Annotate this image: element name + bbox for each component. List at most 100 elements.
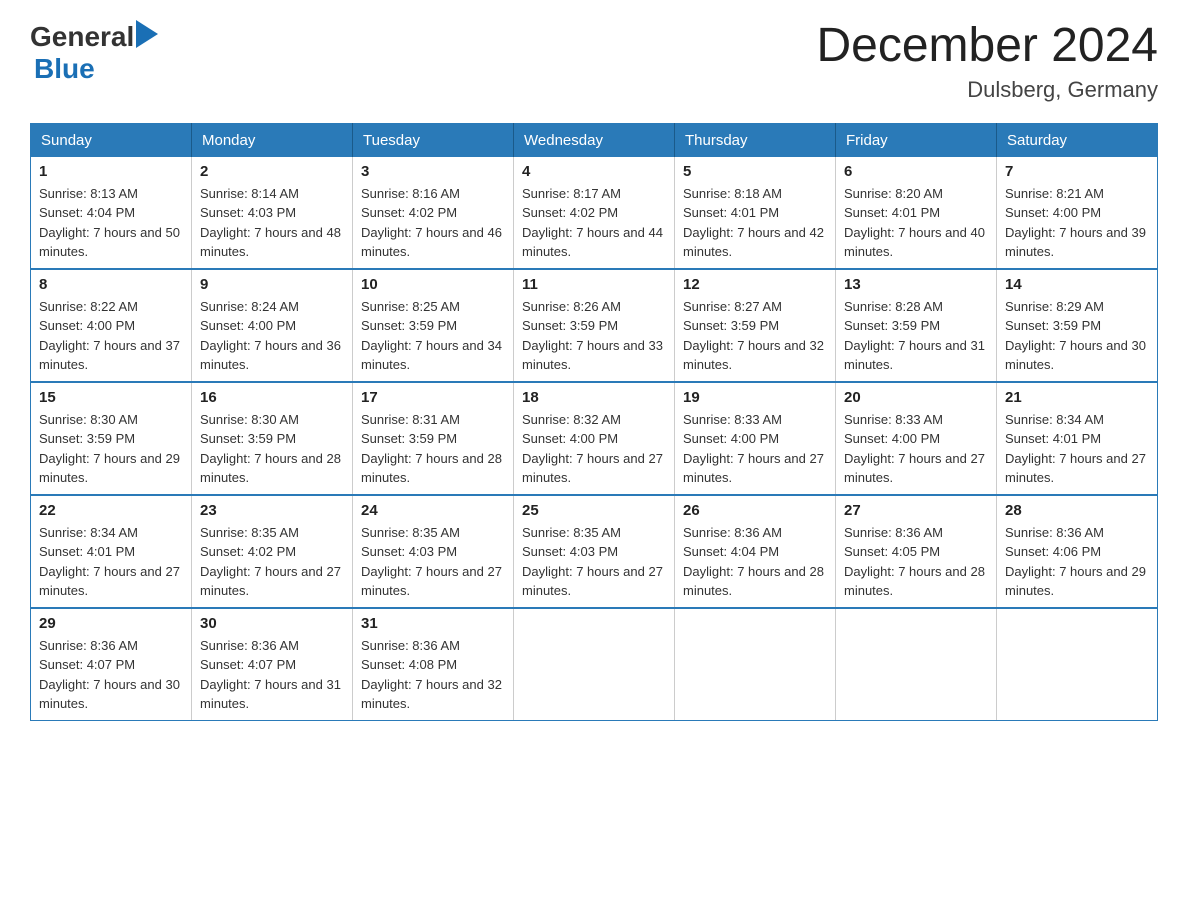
sunrise-label: Sunrise: 8:35 AM [361,525,460,540]
day-number: 24 [361,502,505,519]
daylight-label: Daylight: 7 hours and 29 minutes. [39,451,180,486]
daylight-label: Daylight: 7 hours and 27 minutes. [844,451,985,486]
day-info: Sunrise: 8:21 AM Sunset: 4:00 PM Dayligh… [1005,184,1149,262]
daylight-label: Daylight: 7 hours and 31 minutes. [844,338,985,373]
daylight-label: Daylight: 7 hours and 27 minutes. [522,564,663,599]
sunrise-label: Sunrise: 8:21 AM [1005,186,1104,201]
sunrise-label: Sunrise: 8:34 AM [1005,412,1104,427]
day-number: 4 [522,163,666,180]
sunrise-label: Sunrise: 8:28 AM [844,299,943,314]
table-row: 6 Sunrise: 8:20 AM Sunset: 4:01 PM Dayli… [836,157,997,269]
sunrise-label: Sunrise: 8:36 AM [361,638,460,653]
daylight-label: Daylight: 7 hours and 36 minutes. [200,338,341,373]
day-number: 28 [1005,502,1149,519]
table-row: 21 Sunrise: 8:34 AM Sunset: 4:01 PM Dayl… [997,382,1158,495]
daylight-label: Daylight: 7 hours and 31 minutes. [200,677,341,712]
sunrise-label: Sunrise: 8:30 AM [200,412,299,427]
day-info: Sunrise: 8:35 AM Sunset: 4:03 PM Dayligh… [522,523,666,601]
day-number: 12 [683,276,827,293]
daylight-label: Daylight: 7 hours and 27 minutes. [200,564,341,599]
table-row: 10 Sunrise: 8:25 AM Sunset: 3:59 PM Dayl… [353,269,514,382]
daylight-label: Daylight: 7 hours and 28 minutes. [361,451,502,486]
location-subtitle: Dulsberg, Germany [816,77,1158,103]
day-info: Sunrise: 8:31 AM Sunset: 3:59 PM Dayligh… [361,410,505,488]
day-info: Sunrise: 8:14 AM Sunset: 4:03 PM Dayligh… [200,184,344,262]
day-number: 30 [200,615,344,632]
daylight-label: Daylight: 7 hours and 30 minutes. [39,677,180,712]
sunrise-label: Sunrise: 8:33 AM [844,412,943,427]
sunrise-label: Sunrise: 8:17 AM [522,186,621,201]
table-row: 3 Sunrise: 8:16 AM Sunset: 4:02 PM Dayli… [353,157,514,269]
table-row: 16 Sunrise: 8:30 AM Sunset: 3:59 PM Dayl… [192,382,353,495]
sunset-label: Sunset: 4:02 PM [200,544,296,559]
daylight-label: Daylight: 7 hours and 34 minutes. [361,338,502,373]
daylight-label: Daylight: 7 hours and 28 minutes. [844,564,985,599]
day-info: Sunrise: 8:36 AM Sunset: 4:07 PM Dayligh… [39,636,183,714]
header-thursday: Thursday [675,123,836,157]
sunset-label: Sunset: 4:00 PM [200,318,296,333]
sunrise-label: Sunrise: 8:24 AM [200,299,299,314]
table-row: 25 Sunrise: 8:35 AM Sunset: 4:03 PM Dayl… [514,495,675,608]
day-number: 21 [1005,389,1149,406]
day-info: Sunrise: 8:25 AM Sunset: 3:59 PM Dayligh… [361,297,505,375]
sunrise-label: Sunrise: 8:35 AM [200,525,299,540]
sunset-label: Sunset: 4:00 PM [522,431,618,446]
daylight-label: Daylight: 7 hours and 50 minutes. [39,225,180,260]
day-info: Sunrise: 8:35 AM Sunset: 4:02 PM Dayligh… [200,523,344,601]
table-row: 4 Sunrise: 8:17 AM Sunset: 4:02 PM Dayli… [514,157,675,269]
table-row: 1 Sunrise: 8:13 AM Sunset: 4:04 PM Dayli… [31,157,192,269]
sunset-label: Sunset: 3:59 PM [39,431,135,446]
day-info: Sunrise: 8:26 AM Sunset: 3:59 PM Dayligh… [522,297,666,375]
table-row: 18 Sunrise: 8:32 AM Sunset: 4:00 PM Dayl… [514,382,675,495]
header-sunday: Sunday [31,123,192,157]
table-row [514,608,675,721]
day-number: 6 [844,163,988,180]
table-row: 24 Sunrise: 8:35 AM Sunset: 4:03 PM Dayl… [353,495,514,608]
daylight-label: Daylight: 7 hours and 28 minutes. [683,564,824,599]
day-info: Sunrise: 8:35 AM Sunset: 4:03 PM Dayligh… [361,523,505,601]
sunset-label: Sunset: 4:02 PM [522,205,618,220]
table-row: 29 Sunrise: 8:36 AM Sunset: 4:07 PM Dayl… [31,608,192,721]
day-number: 14 [1005,276,1149,293]
day-number: 8 [39,276,183,293]
table-row: 9 Sunrise: 8:24 AM Sunset: 4:00 PM Dayli… [192,269,353,382]
daylight-label: Daylight: 7 hours and 29 minutes. [1005,564,1146,599]
day-info: Sunrise: 8:16 AM Sunset: 4:02 PM Dayligh… [361,184,505,262]
sunrise-label: Sunrise: 8:22 AM [39,299,138,314]
table-row [997,608,1158,721]
table-row: 19 Sunrise: 8:33 AM Sunset: 4:00 PM Dayl… [675,382,836,495]
sunrise-label: Sunrise: 8:16 AM [361,186,460,201]
sunset-label: Sunset: 3:59 PM [844,318,940,333]
page-title: December 2024 [816,20,1158,73]
sunset-label: Sunset: 4:02 PM [361,205,457,220]
sunrise-label: Sunrise: 8:33 AM [683,412,782,427]
sunrise-label: Sunrise: 8:29 AM [1005,299,1104,314]
table-row: 26 Sunrise: 8:36 AM Sunset: 4:04 PM Dayl… [675,495,836,608]
table-row: 7 Sunrise: 8:21 AM Sunset: 4:00 PM Dayli… [997,157,1158,269]
sunset-label: Sunset: 4:04 PM [683,544,779,559]
daylight-label: Daylight: 7 hours and 28 minutes. [200,451,341,486]
day-number: 27 [844,502,988,519]
table-row: 28 Sunrise: 8:36 AM Sunset: 4:06 PM Dayl… [997,495,1158,608]
sunrise-label: Sunrise: 8:18 AM [683,186,782,201]
sunrise-label: Sunrise: 8:36 AM [39,638,138,653]
sunset-label: Sunset: 4:01 PM [1005,431,1101,446]
sunrise-label: Sunrise: 8:30 AM [39,412,138,427]
sunrise-label: Sunrise: 8:25 AM [361,299,460,314]
day-number: 3 [361,163,505,180]
header-saturday: Saturday [997,123,1158,157]
sunset-label: Sunset: 4:00 PM [683,431,779,446]
day-number: 26 [683,502,827,519]
sunrise-label: Sunrise: 8:36 AM [683,525,782,540]
day-info: Sunrise: 8:27 AM Sunset: 3:59 PM Dayligh… [683,297,827,375]
day-info: Sunrise: 8:29 AM Sunset: 3:59 PM Dayligh… [1005,297,1149,375]
sunrise-label: Sunrise: 8:34 AM [39,525,138,540]
daylight-label: Daylight: 7 hours and 32 minutes. [683,338,824,373]
table-row: 31 Sunrise: 8:36 AM Sunset: 4:08 PM Dayl… [353,608,514,721]
day-info: Sunrise: 8:36 AM Sunset: 4:04 PM Dayligh… [683,523,827,601]
days-header-row: Sunday Monday Tuesday Wednesday Thursday… [31,123,1158,157]
table-row: 22 Sunrise: 8:34 AM Sunset: 4:01 PM Dayl… [31,495,192,608]
table-row: 12 Sunrise: 8:27 AM Sunset: 3:59 PM Dayl… [675,269,836,382]
table-row: 27 Sunrise: 8:36 AM Sunset: 4:05 PM Dayl… [836,495,997,608]
calendar-table: Sunday Monday Tuesday Wednesday Thursday… [30,123,1158,721]
